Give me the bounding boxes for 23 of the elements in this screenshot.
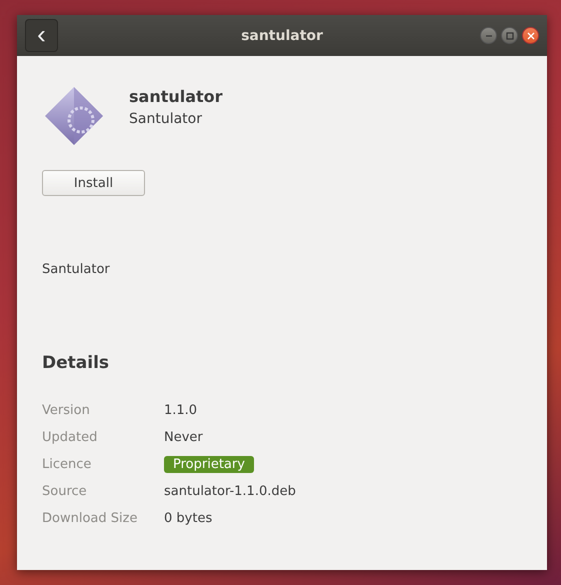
close-button[interactable] (522, 27, 539, 44)
detail-label: Download Size (42, 511, 138, 526)
detail-label: Licence (42, 457, 92, 472)
detail-label: Updated (42, 430, 98, 445)
detail-label: Source (42, 484, 88, 499)
maximize-button[interactable] (501, 27, 518, 44)
detail-label: Version (42, 403, 91, 418)
detail-value: 0 bytes (164, 511, 212, 526)
app-description: Santulator (42, 262, 111, 277)
back-button[interactable]: ‹ (25, 19, 58, 52)
install-button[interactable]: Install (42, 170, 145, 196)
detail-value: Never (164, 430, 203, 445)
close-icon (526, 32, 534, 40)
app-summary: Santulator (129, 111, 203, 127)
app-name: santulator (129, 87, 223, 106)
maximize-icon (506, 32, 514, 40)
licence-tag: Proprietary (164, 456, 254, 473)
window-title: santulator (241, 28, 323, 44)
detail-value: santulator-1.1.0.deb (164, 484, 296, 499)
details-heading: Details (42, 353, 110, 373)
app-icon (43, 85, 105, 147)
detail-value: 1.1.0 (164, 403, 198, 418)
minimize-button[interactable] (480, 27, 497, 44)
